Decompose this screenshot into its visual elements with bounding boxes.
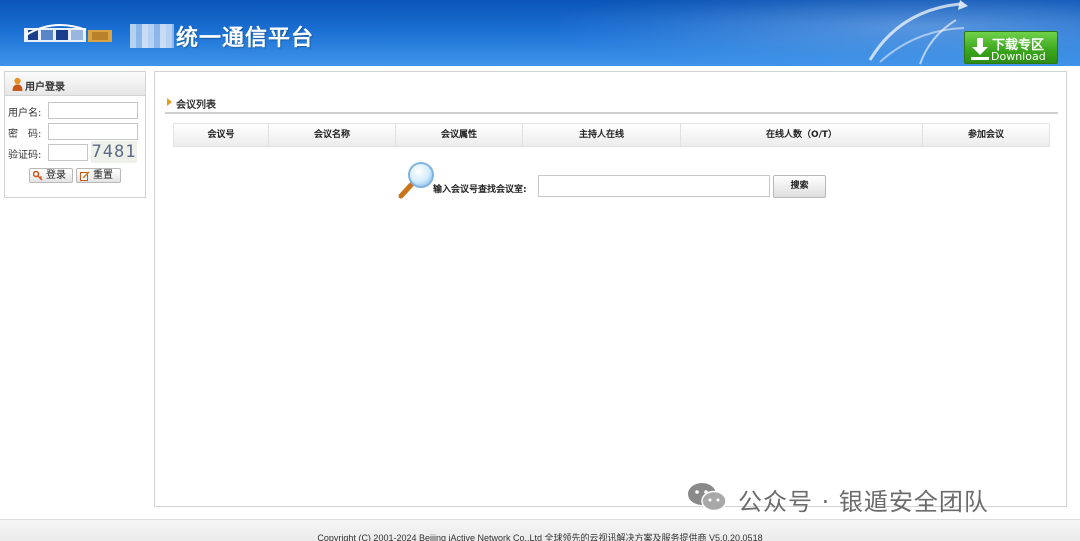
triangle-bullet-icon bbox=[167, 98, 172, 106]
section-title: 会议列表 bbox=[167, 96, 216, 111]
reset-button[interactable]: 重置 bbox=[76, 168, 121, 183]
password-input[interactable] bbox=[48, 123, 138, 140]
footer: Copyright (C) 2001-2024 Beijing iActive … bbox=[0, 519, 1080, 541]
key-icon bbox=[33, 171, 43, 181]
password-label: 密 码: bbox=[8, 129, 42, 140]
search-button[interactable]: 搜索 bbox=[773, 175, 826, 198]
download-label-en: Download bbox=[991, 50, 1046, 63]
login-button[interactable]: 登录 bbox=[29, 168, 73, 183]
section-title-text: 会议列表 bbox=[176, 100, 216, 111]
wechat-icon bbox=[688, 483, 727, 512]
column-header-join-meeting: 参加会议 bbox=[967, 130, 1004, 140]
login-panel: 用户登录 用户名: 密 码: 验证码: 7481 登录 重置 bbox=[4, 71, 146, 198]
username-input[interactable] bbox=[48, 102, 138, 119]
edit-icon bbox=[80, 171, 90, 181]
platform-title: 统一通信平台 bbox=[176, 26, 315, 51]
column-header-meeting-number: 会议号 bbox=[174, 124, 269, 146]
column-header-meeting-attribute: 会议属性 bbox=[396, 124, 523, 146]
copyright-text: Copyright (C) 2001-2024 Beijing iActive … bbox=[317, 533, 763, 541]
header-banner: 统一通信平台 下载专区 Download bbox=[0, 0, 1080, 66]
download-button[interactable]: 下载专区 Download bbox=[964, 31, 1058, 64]
watermark-text: 公众号 · 银遁安全团队 bbox=[738, 488, 989, 516]
magnifier-icon bbox=[398, 162, 434, 199]
watermark: 公众号 · 银遁安全团队 bbox=[686, 479, 1056, 516]
download-arrow-icon bbox=[971, 38, 989, 60]
login-title: 用户登录 bbox=[25, 82, 65, 93]
meeting-number-search-input[interactable] bbox=[538, 175, 770, 197]
username-label: 用户名: bbox=[8, 108, 42, 119]
company-logo bbox=[24, 24, 112, 42]
reset-button-label: 重置 bbox=[93, 170, 113, 181]
login-button-label: 登录 bbox=[46, 170, 66, 181]
globe-arrows-icon bbox=[868, 0, 968, 65]
captcha-input[interactable] bbox=[48, 144, 88, 161]
login-panel-header: 用户登录 bbox=[5, 72, 145, 96]
search-label: 输入会议号查找会议室: bbox=[433, 185, 527, 195]
column-header-meeting-name: 会议名称 bbox=[269, 124, 396, 146]
main-panel: 会议列表 会议号 会议名称 会议属性 主持人在线 在线人数（O/T） 参加会议 … bbox=[154, 71, 1067, 507]
user-icon bbox=[12, 77, 23, 91]
captcha-label: 验证码: bbox=[8, 150, 42, 161]
column-header-online-count: 在线人数（O/T） bbox=[681, 124, 923, 146]
captcha-image[interactable]: 7481 bbox=[91, 141, 137, 163]
blurred-logo-text bbox=[130, 24, 174, 48]
column-header-host-online: 主持人在线 bbox=[523, 124, 681, 146]
meeting-table-header: 会议号 会议名称 会议属性 主持人在线 在线人数（O/T） 参加会议 bbox=[173, 123, 1050, 147]
section-divider bbox=[165, 112, 1058, 114]
